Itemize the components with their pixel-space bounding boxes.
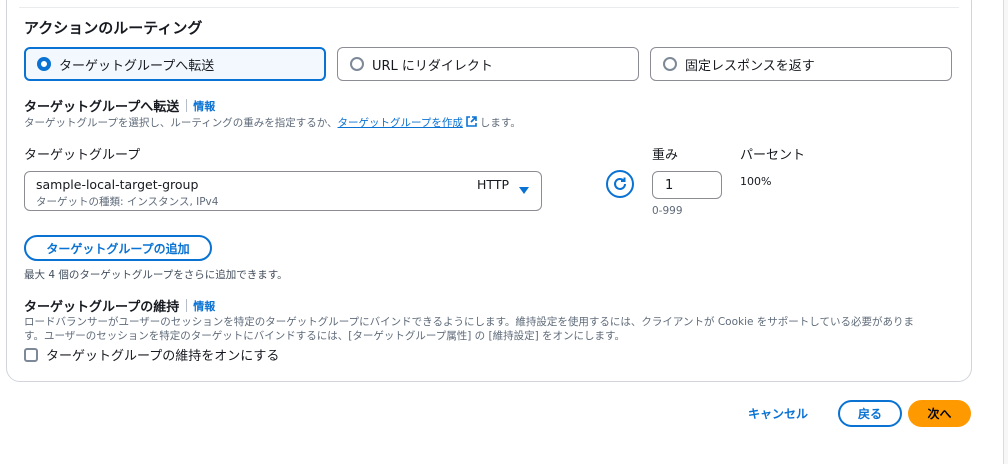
percent-value: 100% [740,175,772,188]
stickiness-checkbox-label: ターゲットグループの維持をオンにする [46,349,280,364]
option-label: 固定レスポンスを返す [685,58,815,74]
scrollbar[interactable] [1003,0,1008,464]
forward-description: ターゲットグループを選択し、ルーティングの重みを指定するか、ターゲットグループを… [24,115,521,130]
option-label: ターゲットグループへ転送 [59,58,215,74]
forward-heading: ターゲットグループへ転送 情報 [24,96,215,115]
card-divider [19,7,959,8]
option-forward-to-target-group[interactable]: ターゲットグループへ転送 [24,47,326,81]
back-button[interactable]: 戻る [838,400,902,427]
routing-title: アクションのルーティング [24,19,203,37]
weight-input[interactable] [652,171,722,199]
stickiness-description-line1: ロードバランサーがユーザーのセッションを特定のターゲットグループにバインドできる… [24,316,914,328]
info-separator [186,99,188,112]
stickiness-title: ターゲットグループの維持 [24,300,180,315]
radio-unchecked-icon[interactable] [350,57,364,71]
option-fixed-response[interactable]: 固定レスポンスを返す [650,47,952,81]
forward-desc-suffix: します。 [479,117,521,129]
refresh-button[interactable] [606,170,634,198]
option-redirect-to-url[interactable]: URL にリダイレクト [337,47,639,81]
stickiness-info-link[interactable]: 情報 [193,298,215,314]
forward-info-link[interactable]: 情報 [193,98,215,114]
weight-label: 重み [652,148,679,163]
radio-unchecked-icon[interactable] [663,57,677,71]
next-button[interactable]: 次へ [908,400,971,427]
stickiness-description-line2: す。ユーザーのセッションを特定のターゲットにバインドするには、[ターゲットグルー… [24,330,625,342]
target-group-label: ターゲットグループ [24,148,141,163]
stickiness-checkbox-row[interactable]: ターゲットグループの維持をオンにする [24,345,279,364]
info-separator [186,299,188,312]
selected-target-group: sample-local-target-group [36,177,199,192]
add-target-group-hint: 最大 4 個のターゲットグループをさらに追加できます。 [24,269,288,281]
weight-range-hint: 0-999 [652,205,683,217]
protocol-text: HTTP [477,177,509,192]
option-label: URL にリダイレクト [372,58,493,74]
cancel-button[interactable]: キャンセル [748,405,808,422]
percent-label: パーセント [740,148,806,163]
external-link-icon[interactable] [465,115,478,128]
stickiness-checkbox[interactable] [24,347,38,362]
add-target-group-button[interactable]: ターゲットグループの追加 [24,235,212,261]
forward-desc-text: ターゲットグループを選択し、ルーティングの重みを指定するか、 [24,117,338,129]
stickiness-heading: ターゲットグループの維持 情報 [24,296,215,315]
caret-down-icon [519,187,529,194]
target-group-select[interactable]: sample-local-target-group ターゲットの種類: インスタ… [24,171,542,211]
radio-checked-icon[interactable] [37,57,51,71]
target-type-text: ターゲットの種類: インスタンス, IPv4 [36,196,219,208]
refresh-icon [614,177,626,190]
create-target-group-link[interactable]: ターゲットグループを作成 [338,117,463,129]
forward-title: ターゲットグループへ転送 [24,100,180,115]
